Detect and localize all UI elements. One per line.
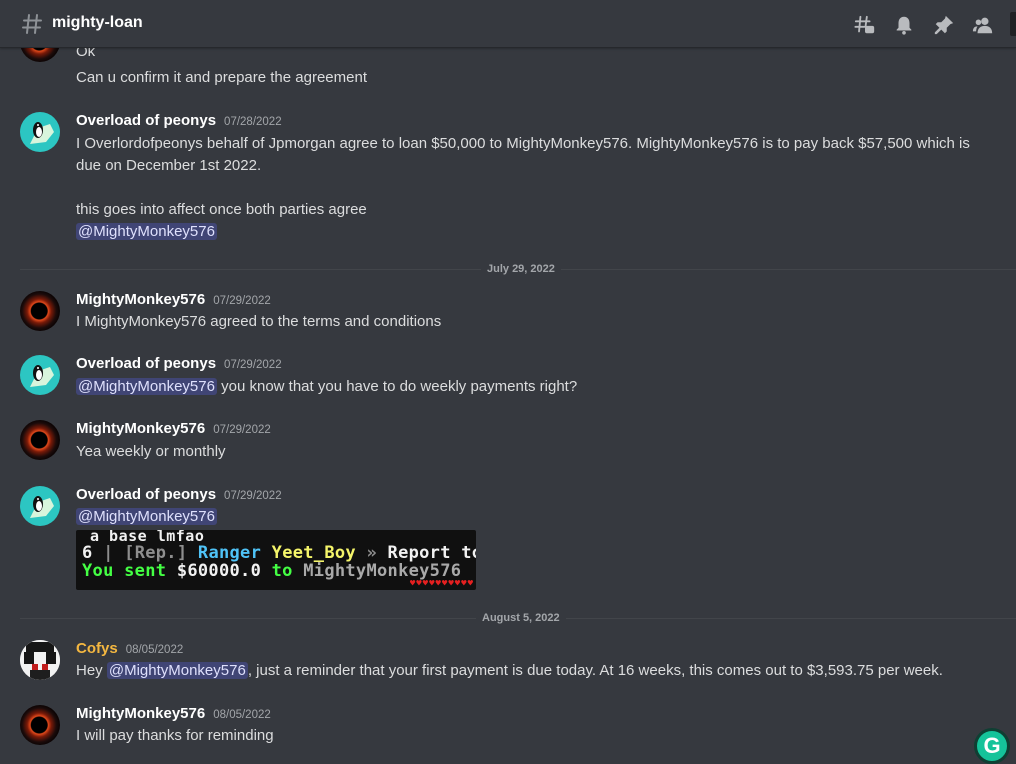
message-header: Overload of peonys 07/28/2022 [76,112,282,129]
penguin-icon [30,122,54,144]
author-name[interactable]: MightyMonkey576 [76,420,205,437]
user-mention[interactable]: @MightyMonkey576 [76,223,217,240]
avatar[interactable] [20,112,60,152]
message-text: Hey @MightyMonkey576, just a reminder th… [76,662,943,679]
threads-icon[interactable] [854,14,876,36]
date-divider-label: August 5, 2022 [476,612,566,624]
timestamp: 08/05/2022 [125,644,184,656]
message-header: Overload of peonys 07/29/2022 [76,486,282,503]
user-mention[interactable]: @MightyMonkey576 [76,378,217,395]
scroll-edge [1010,12,1016,36]
timestamp: 07/29/2022 [213,424,271,436]
message-text: Ok [76,48,96,60]
members-icon[interactable] [972,14,994,36]
pixel-skin-icon [20,640,60,680]
date-divider-label: July 29, 2022 [481,263,561,275]
message-text: I will pay thanks for reminding [76,727,274,744]
author-name[interactable]: MightyMonkey576 [76,291,205,308]
avatar[interactable] [20,640,60,680]
message-header: MightyMonkey576 07/29/2022 [76,291,271,308]
timestamp: 07/29/2022 [224,359,282,371]
pin-icon[interactable] [933,14,955,36]
avatar[interactable] [20,705,60,745]
message-text-rest: you know that you have to do weekly paym… [216,378,578,395]
channel-header: mighty-loan [0,0,1016,48]
penguin-icon [30,496,54,518]
message-header: Cofys 08/05/2022 [76,640,183,657]
grammarly-icon: G [983,733,1001,758]
hashtag-icon [22,14,42,34]
message-header: Overload of peonys 07/29/2022 [76,355,282,372]
avatar[interactable] [20,291,60,331]
message-text: @MightyMonkey576 you know that you have … [76,376,577,398]
message-text: due on December 1st 2022. [76,157,262,174]
author-name[interactable]: Cofys [76,640,118,657]
channel-name: mighty-loan [52,14,143,31]
image-attachment[interactable]: a base lmfao 6 | [Rep.] Ranger Yeet_Boy … [76,530,476,590]
avatar[interactable] [20,48,60,62]
message-header: MightyMonkey576 08/05/2022 [76,705,271,722]
message-text: Can u confirm it and prepare the agreeme… [76,69,367,86]
author-name[interactable]: Overload of peonys [76,486,216,503]
timestamp: 07/28/2022 [224,116,282,128]
message-list[interactable]: Ok Can u confirm it and prepare the agre… [0,48,1016,764]
penguin-icon [30,365,54,387]
message-text: I MightyMonkey576 agreed to the terms an… [76,313,442,330]
avatar[interactable] [20,355,60,395]
attachment-line: You sent $60000.0 to MightyMonkey576 [82,561,462,581]
message-text: @MightyMonkey576 [76,506,217,528]
message-text: this goes into affect once both parties … [76,201,367,218]
user-mention[interactable]: @MightyMonkey576 [76,508,217,525]
avatar[interactable] [20,486,60,526]
message-header: MightyMonkey576 07/29/2022 [76,420,271,437]
timestamp: 07/29/2022 [213,295,271,307]
message-text: I Overlordofpeonys behalf of Jpmorgan ag… [76,135,970,152]
user-mention[interactable]: @MightyMonkey576 [106,662,248,679]
grammarly-button[interactable]: G [974,728,1010,764]
bell-icon[interactable] [893,14,915,36]
attachment-line: 6 | [Rep.] Ranger Yeet_Boy » Report to [82,543,476,563]
author-name[interactable]: MightyMonkey576 [76,705,205,722]
hearts-bar: ♥♥♥♥♥♥♥♥♥♥ [409,579,474,589]
message-text: Yea weekly or monthly [76,443,226,460]
avatar[interactable] [20,420,60,460]
message-text: @MightyMonkey576 [76,221,217,243]
timestamp: 08/05/2022 [213,709,271,721]
timestamp: 07/29/2022 [224,490,282,502]
author-name[interactable]: Overload of peonys [76,112,216,129]
author-name[interactable]: Overload of peonys [76,355,216,372]
